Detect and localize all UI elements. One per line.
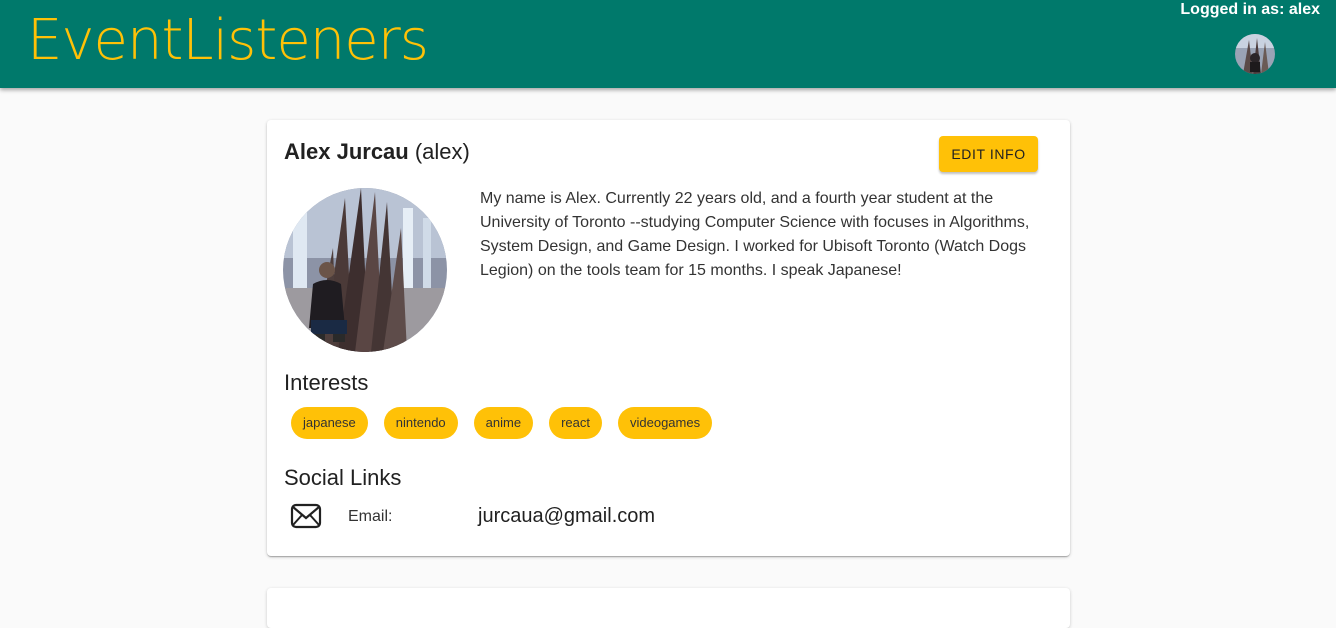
interest-chip[interactable]: anime bbox=[473, 407, 534, 439]
app-header: EventListeners Logged in as: alex bbox=[0, 0, 1336, 88]
profile-username: (alex) bbox=[414, 139, 470, 164]
interest-chip[interactable]: nintendo bbox=[383, 407, 458, 439]
app-brand-title[interactable]: EventListeners bbox=[27, 6, 429, 76]
avatar-image bbox=[1235, 34, 1275, 74]
interests-list: japanese nintendo anime react videogames bbox=[291, 407, 713, 439]
edit-info-button[interactable]: Edit Info bbox=[939, 136, 1038, 172]
interest-chip[interactable]: videogames bbox=[618, 407, 713, 439]
secondary-card bbox=[267, 588, 1070, 628]
profile-card: Alex Jurcau (alex) Edit Info My name is … bbox=[267, 120, 1070, 556]
interest-chip[interactable]: react bbox=[549, 407, 602, 439]
email-link[interactable]: jurcaua@gmail.com bbox=[478, 505, 655, 528]
user-avatar[interactable] bbox=[1235, 34, 1275, 74]
mail-icon bbox=[290, 503, 322, 529]
profile-photo bbox=[283, 188, 447, 352]
interest-chip[interactable]: japanese bbox=[291, 407, 368, 439]
profile-full-name: Alex Jurcau bbox=[284, 139, 409, 164]
profile-bio: My name is Alex. Currently 22 years old,… bbox=[480, 190, 1030, 279]
interests-title: Interests bbox=[284, 370, 369, 395]
social-links-title: Social Links bbox=[284, 465, 402, 490]
logged-in-status: Logged in as: alex bbox=[1180, 1, 1320, 18]
email-label: Email: bbox=[348, 508, 393, 525]
profile-photo-image bbox=[283, 188, 447, 352]
profile-name-line: Alex Jurcau (alex) bbox=[284, 139, 470, 165]
